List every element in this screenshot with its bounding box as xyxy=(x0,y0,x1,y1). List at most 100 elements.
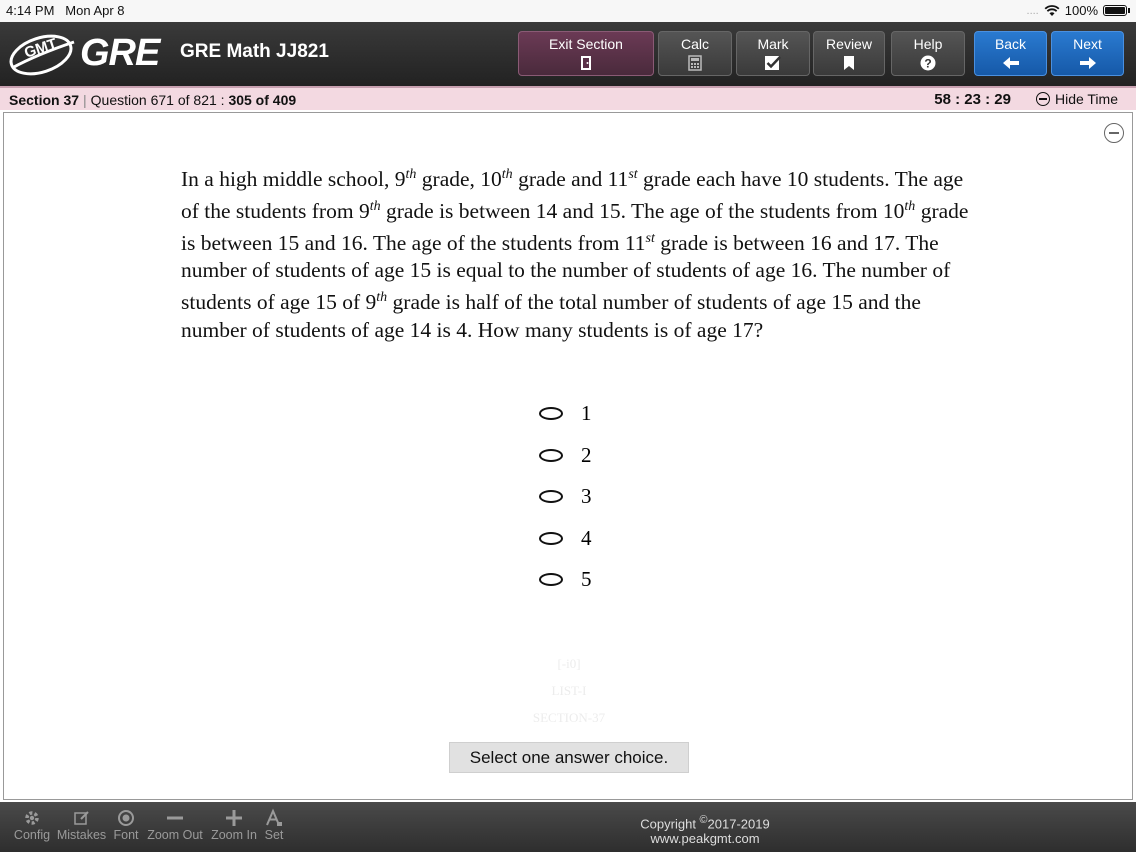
status-date: Mon Apr 8 xyxy=(65,3,125,18)
review-button[interactable]: Review xyxy=(813,31,885,76)
question-mark-icon: ? xyxy=(920,55,936,71)
radio-button[interactable] xyxy=(539,448,563,462)
choice-label: 4 xyxy=(581,525,592,550)
app-header: GMT GRE GRE Math JJ821 Exit Section Calc… xyxy=(0,22,1136,86)
watermark-line: LIST-I xyxy=(551,683,587,698)
status-bar: 4:14 PM Mon Apr 8 .... 100% xyxy=(0,0,1136,22)
info-bar: Section 37 | Question 671 of 821 : 305 of … xyxy=(0,86,1136,110)
collapse-panel-icon[interactable] xyxy=(1104,123,1124,143)
timer: 58 : 23 : 29 xyxy=(934,91,1011,108)
font-label: Font xyxy=(113,828,139,842)
mistakes-label: Mistakes xyxy=(56,828,107,842)
next-label: Next xyxy=(1073,36,1102,52)
back-button[interactable]: Back xyxy=(974,31,1047,76)
arrow-left-icon xyxy=(1002,57,1019,69)
font-button[interactable]: Font xyxy=(111,808,141,842)
website-link[interactable]: www.peakgmt.com xyxy=(650,831,759,846)
gre-logo: GMT GRE xyxy=(8,28,168,80)
door-icon xyxy=(581,56,591,70)
zoom-in-button[interactable]: Zoom In xyxy=(208,808,260,842)
answer-choice[interactable]: 1 xyxy=(539,393,592,435)
set-button[interactable]: Set xyxy=(261,808,287,842)
copyright-notice: Copyright ©2017-2019 www.peakgmt.com xyxy=(560,813,850,846)
question-text: In a high middle school, 9th grade, 10th… xyxy=(181,161,971,344)
svg-text:?: ? xyxy=(924,57,931,71)
separator: | xyxy=(83,92,87,108)
ordinal-superscript: st xyxy=(645,231,655,247)
review-label: Review xyxy=(826,36,872,52)
next-button[interactable]: Next xyxy=(1051,31,1124,76)
hide-time-button[interactable]: Hide Time xyxy=(1035,91,1118,107)
question-text-part: grade is between 14 and 15. The age of t… xyxy=(380,199,905,224)
zoom-out-label: Zoom Out xyxy=(147,828,203,842)
edit-icon xyxy=(73,811,89,825)
zoom-in-label: Zoom In xyxy=(211,828,257,842)
question-position: Section 37 | Question 671 of 821 : 305 of … xyxy=(9,92,296,108)
record-circle-icon xyxy=(118,810,134,826)
config-label: Config xyxy=(13,828,51,842)
wifi-icon xyxy=(1044,4,1060,16)
ordinal-superscript: th xyxy=(904,199,916,215)
gre-logo-text: GRE xyxy=(80,32,160,74)
arrow-right-icon xyxy=(1079,57,1096,69)
signal-dots: .... xyxy=(1026,4,1039,17)
answer-choice[interactable]: 2 xyxy=(539,435,592,477)
help-label: Help xyxy=(913,36,943,52)
watermark-line: SECTION-37 xyxy=(532,710,606,725)
radio-button[interactable] xyxy=(539,573,563,587)
status-time: 4:14 PM xyxy=(6,3,55,18)
mark-button[interactable]: Mark xyxy=(736,31,810,76)
answer-choice[interactable]: 3 xyxy=(539,476,592,518)
status-bar-left: 4:14 PM Mon Apr 8 xyxy=(6,3,125,18)
instruction-hint: Select one answer choice. xyxy=(449,742,689,773)
battery-icon xyxy=(1103,5,1127,16)
text-format-icon xyxy=(266,808,282,826)
mistakes-button[interactable]: Mistakes xyxy=(55,808,108,842)
calc-label: Calc xyxy=(680,36,709,52)
minus-icon xyxy=(167,816,183,820)
ordinal-superscript: th xyxy=(369,199,381,215)
choice-label: 1 xyxy=(581,401,592,426)
set-label: Set xyxy=(264,828,284,842)
progress-label: 305 of 409 xyxy=(228,92,297,108)
hide-time-label: Hide Time xyxy=(1054,91,1118,107)
choice-label: 5 xyxy=(581,567,592,592)
copyright-prefix: Copyright xyxy=(640,816,700,832)
ordinal-superscript: st xyxy=(628,167,638,182)
calc-button[interactable]: Calc xyxy=(658,31,732,76)
battery-percent: 100% xyxy=(1064,3,1098,18)
zoom-out-button[interactable]: Zoom Out xyxy=(144,808,206,842)
question-text-part: grade, 10 xyxy=(416,167,502,192)
choice-label: 2 xyxy=(581,442,592,467)
ordinal-superscript: th xyxy=(501,167,513,182)
battery-tip xyxy=(1128,8,1130,13)
bookmark-icon xyxy=(844,56,854,70)
ordinal-superscript: th xyxy=(376,290,388,306)
section-label: Section 37 xyxy=(9,92,80,108)
checkbox-icon xyxy=(765,56,781,70)
watermark-line: [-i0] xyxy=(557,656,581,671)
exit-section-label: Exit Section xyxy=(549,36,623,52)
answer-choice[interactable]: 4 xyxy=(539,518,592,560)
radio-button[interactable] xyxy=(539,407,563,421)
question-panel: In a high middle school, 9th grade, 10th… xyxy=(3,112,1133,800)
mark-label: Mark xyxy=(757,36,789,52)
answer-choice[interactable]: 5 xyxy=(539,559,592,601)
radio-button[interactable] xyxy=(539,490,563,504)
choice-label: 3 xyxy=(581,484,592,509)
status-bar-right: .... 100% xyxy=(1027,3,1130,18)
gear-icon xyxy=(25,811,39,825)
copyright-mark: © xyxy=(699,814,708,826)
question-text-part: In a high middle school, 9 xyxy=(181,167,406,192)
question-text-part: grade and 11 xyxy=(512,167,629,192)
ordinal-superscript: th xyxy=(405,167,417,182)
config-button[interactable]: Config xyxy=(10,808,54,842)
footer-toolbar: Config Mistakes Font Zoom Out Zoom In Se… xyxy=(0,802,1136,852)
help-button[interactable]: Help ? xyxy=(891,31,965,76)
radio-button[interactable] xyxy=(539,531,563,545)
copyright-years: 2017-2019 xyxy=(707,816,770,832)
exit-section-button[interactable]: Exit Section xyxy=(518,31,654,76)
answer-choices: 1 2 3 4 5 xyxy=(539,393,592,601)
calculator-icon xyxy=(688,55,702,71)
minus-circle-icon xyxy=(1035,92,1050,106)
